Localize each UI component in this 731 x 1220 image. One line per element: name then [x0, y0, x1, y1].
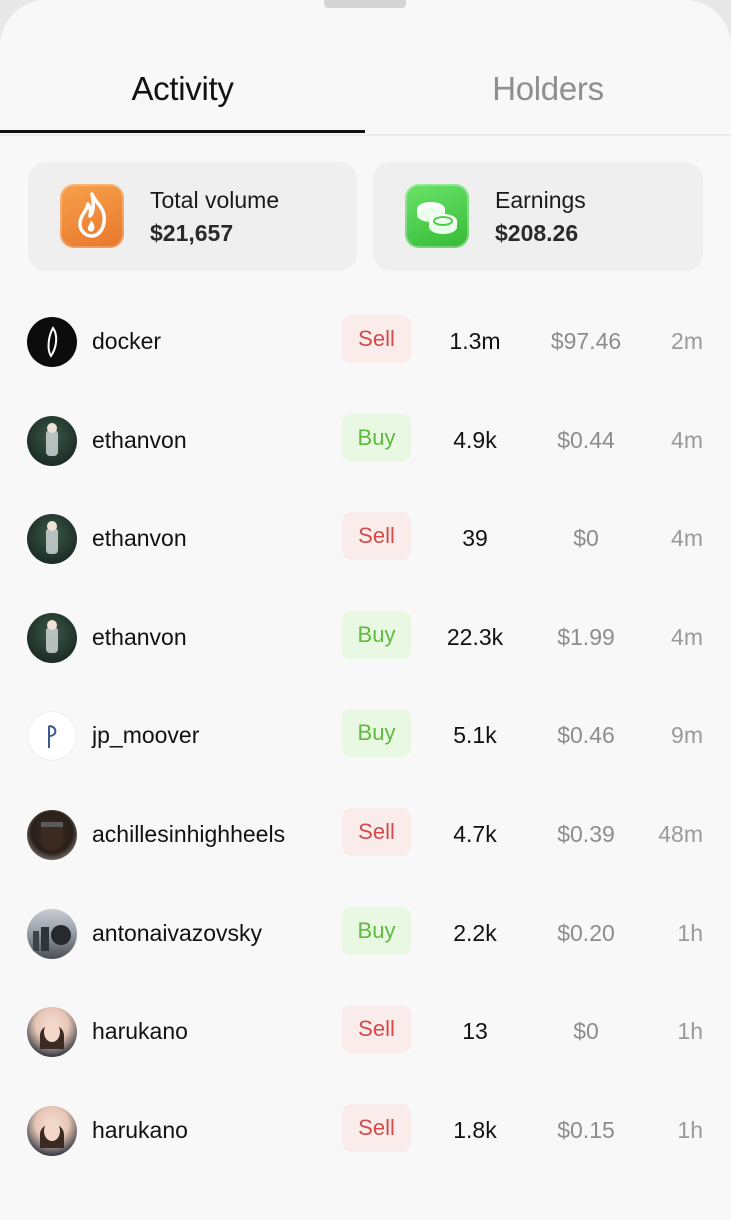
sell-badge: Sell [342, 1103, 411, 1152]
avatar[interactable] [27, 317, 77, 367]
username[interactable]: harukano [92, 1018, 188, 1045]
earnings-card: Earnings $208.26 [373, 162, 703, 271]
total-volume-label: Total volume [150, 187, 280, 213]
trade-amount: 4.7k [453, 821, 497, 847]
avatar[interactable] [27, 514, 77, 565]
username[interactable]: harukano [92, 1117, 188, 1144]
sell-badge: Sell [342, 512, 411, 561]
earnings-label: Earnings [495, 187, 586, 213]
avatar[interactable] [27, 1105, 77, 1156]
activity-row[interactable]: achillesinhighheels Sell 4.7k $0.39 48m [0, 784, 731, 882]
sell-badge: Sell [342, 808, 411, 856]
trade-value: $97.46 [550, 328, 622, 354]
trade-time: 1h [677, 1116, 703, 1143]
trade-value: $0.44 [557, 426, 615, 453]
username[interactable]: ethanvon [92, 525, 187, 552]
buy-badge: Buy [342, 709, 411, 758]
trade-amount: 1.3m [449, 328, 501, 354]
trade-value: $0.15 [557, 1116, 615, 1143]
username[interactable]: jp_moover [92, 722, 199, 749]
trade-amount: 39 [462, 525, 488, 552]
tab-bar: Activity Holders [0, 50, 731, 136]
activity-row[interactable]: ethanvon Buy 4.9k $0.44 4m [0, 390, 731, 488]
activity-row[interactable]: ethanvon Sell 39 $0 4m [0, 488, 731, 586]
trade-time: 4m [671, 426, 703, 453]
trade-value: $0 [573, 1018, 599, 1045]
trade-value: $0.20 [557, 919, 615, 946]
avatar[interactable] [27, 612, 77, 663]
activity-row[interactable]: ethanvon Buy 22.3k $1.99 4m [0, 587, 731, 685]
active-tab-indicator [0, 130, 365, 133]
activity-row[interactable]: jp_moover Buy 5.1k $0.46 9m [0, 685, 731, 783]
trade-amount: 13 [462, 1018, 488, 1045]
trade-time: 2m [671, 328, 703, 354]
avatar[interactable] [27, 908, 77, 959]
activity-row[interactable]: docker Sell 1.3m $97.46 2m [0, 291, 731, 389]
trade-value: $1.99 [557, 623, 615, 650]
trade-time: 4m [671, 525, 703, 552]
trade-time: 4m [671, 623, 703, 650]
avatar[interactable] [27, 810, 77, 860]
trade-time: 1h [677, 919, 703, 946]
sell-badge: Sell [342, 315, 411, 363]
username[interactable]: ethanvon [92, 624, 187, 651]
activity-row[interactable]: harukano Sell 13 $0 1h [0, 981, 731, 1079]
earnings-value: $208.26 [495, 220, 579, 246]
trade-value: $0.39 [557, 821, 615, 847]
sell-badge: Sell [342, 1005, 411, 1054]
trade-amount: 1.8k [453, 1116, 497, 1143]
username[interactable]: antonaivazovsky [92, 920, 262, 947]
tab-activity[interactable]: Activity [0, 70, 365, 108]
activity-row[interactable]: harukano Sell 1.8k $0.15 1h [0, 1080, 731, 1178]
activity-row[interactable]: antonaivazovsky Buy 2.2k $0.20 1h [0, 883, 731, 981]
sheet-grabber[interactable] [324, 0, 406, 8]
total-volume-card: Total volume $21,657 [28, 162, 357, 271]
total-volume-value: $21,657 [150, 220, 234, 246]
activity-sheet: Activity Holders Total volume $21,657 Ea… [0, 0, 731, 1220]
username[interactable]: achillesinhighheels [92, 821, 285, 848]
trade-amount: 4.9k [453, 426, 497, 453]
avatar[interactable] [27, 415, 77, 466]
avatar[interactable] [27, 711, 77, 762]
trade-amount: 5.1k [453, 722, 497, 749]
avatar[interactable] [27, 1007, 77, 1058]
tab-holders[interactable]: Holders [365, 70, 731, 108]
trade-time: 48m [658, 821, 703, 847]
username[interactable]: ethanvon [92, 427, 187, 454]
trade-value: $0 [573, 525, 599, 552]
buy-badge: Buy [342, 610, 411, 659]
coins-icon [405, 184, 469, 248]
trade-time: 9m [671, 722, 703, 749]
buy-badge: Buy [342, 413, 411, 462]
buy-badge: Buy [342, 906, 411, 955]
username[interactable]: docker [92, 328, 161, 355]
trade-time: 1h [677, 1018, 703, 1045]
trade-amount: 22.3k [446, 623, 504, 650]
trade-amount: 2.2k [453, 919, 497, 946]
trade-value: $0.46 [557, 722, 615, 749]
fire-icon [60, 184, 124, 248]
